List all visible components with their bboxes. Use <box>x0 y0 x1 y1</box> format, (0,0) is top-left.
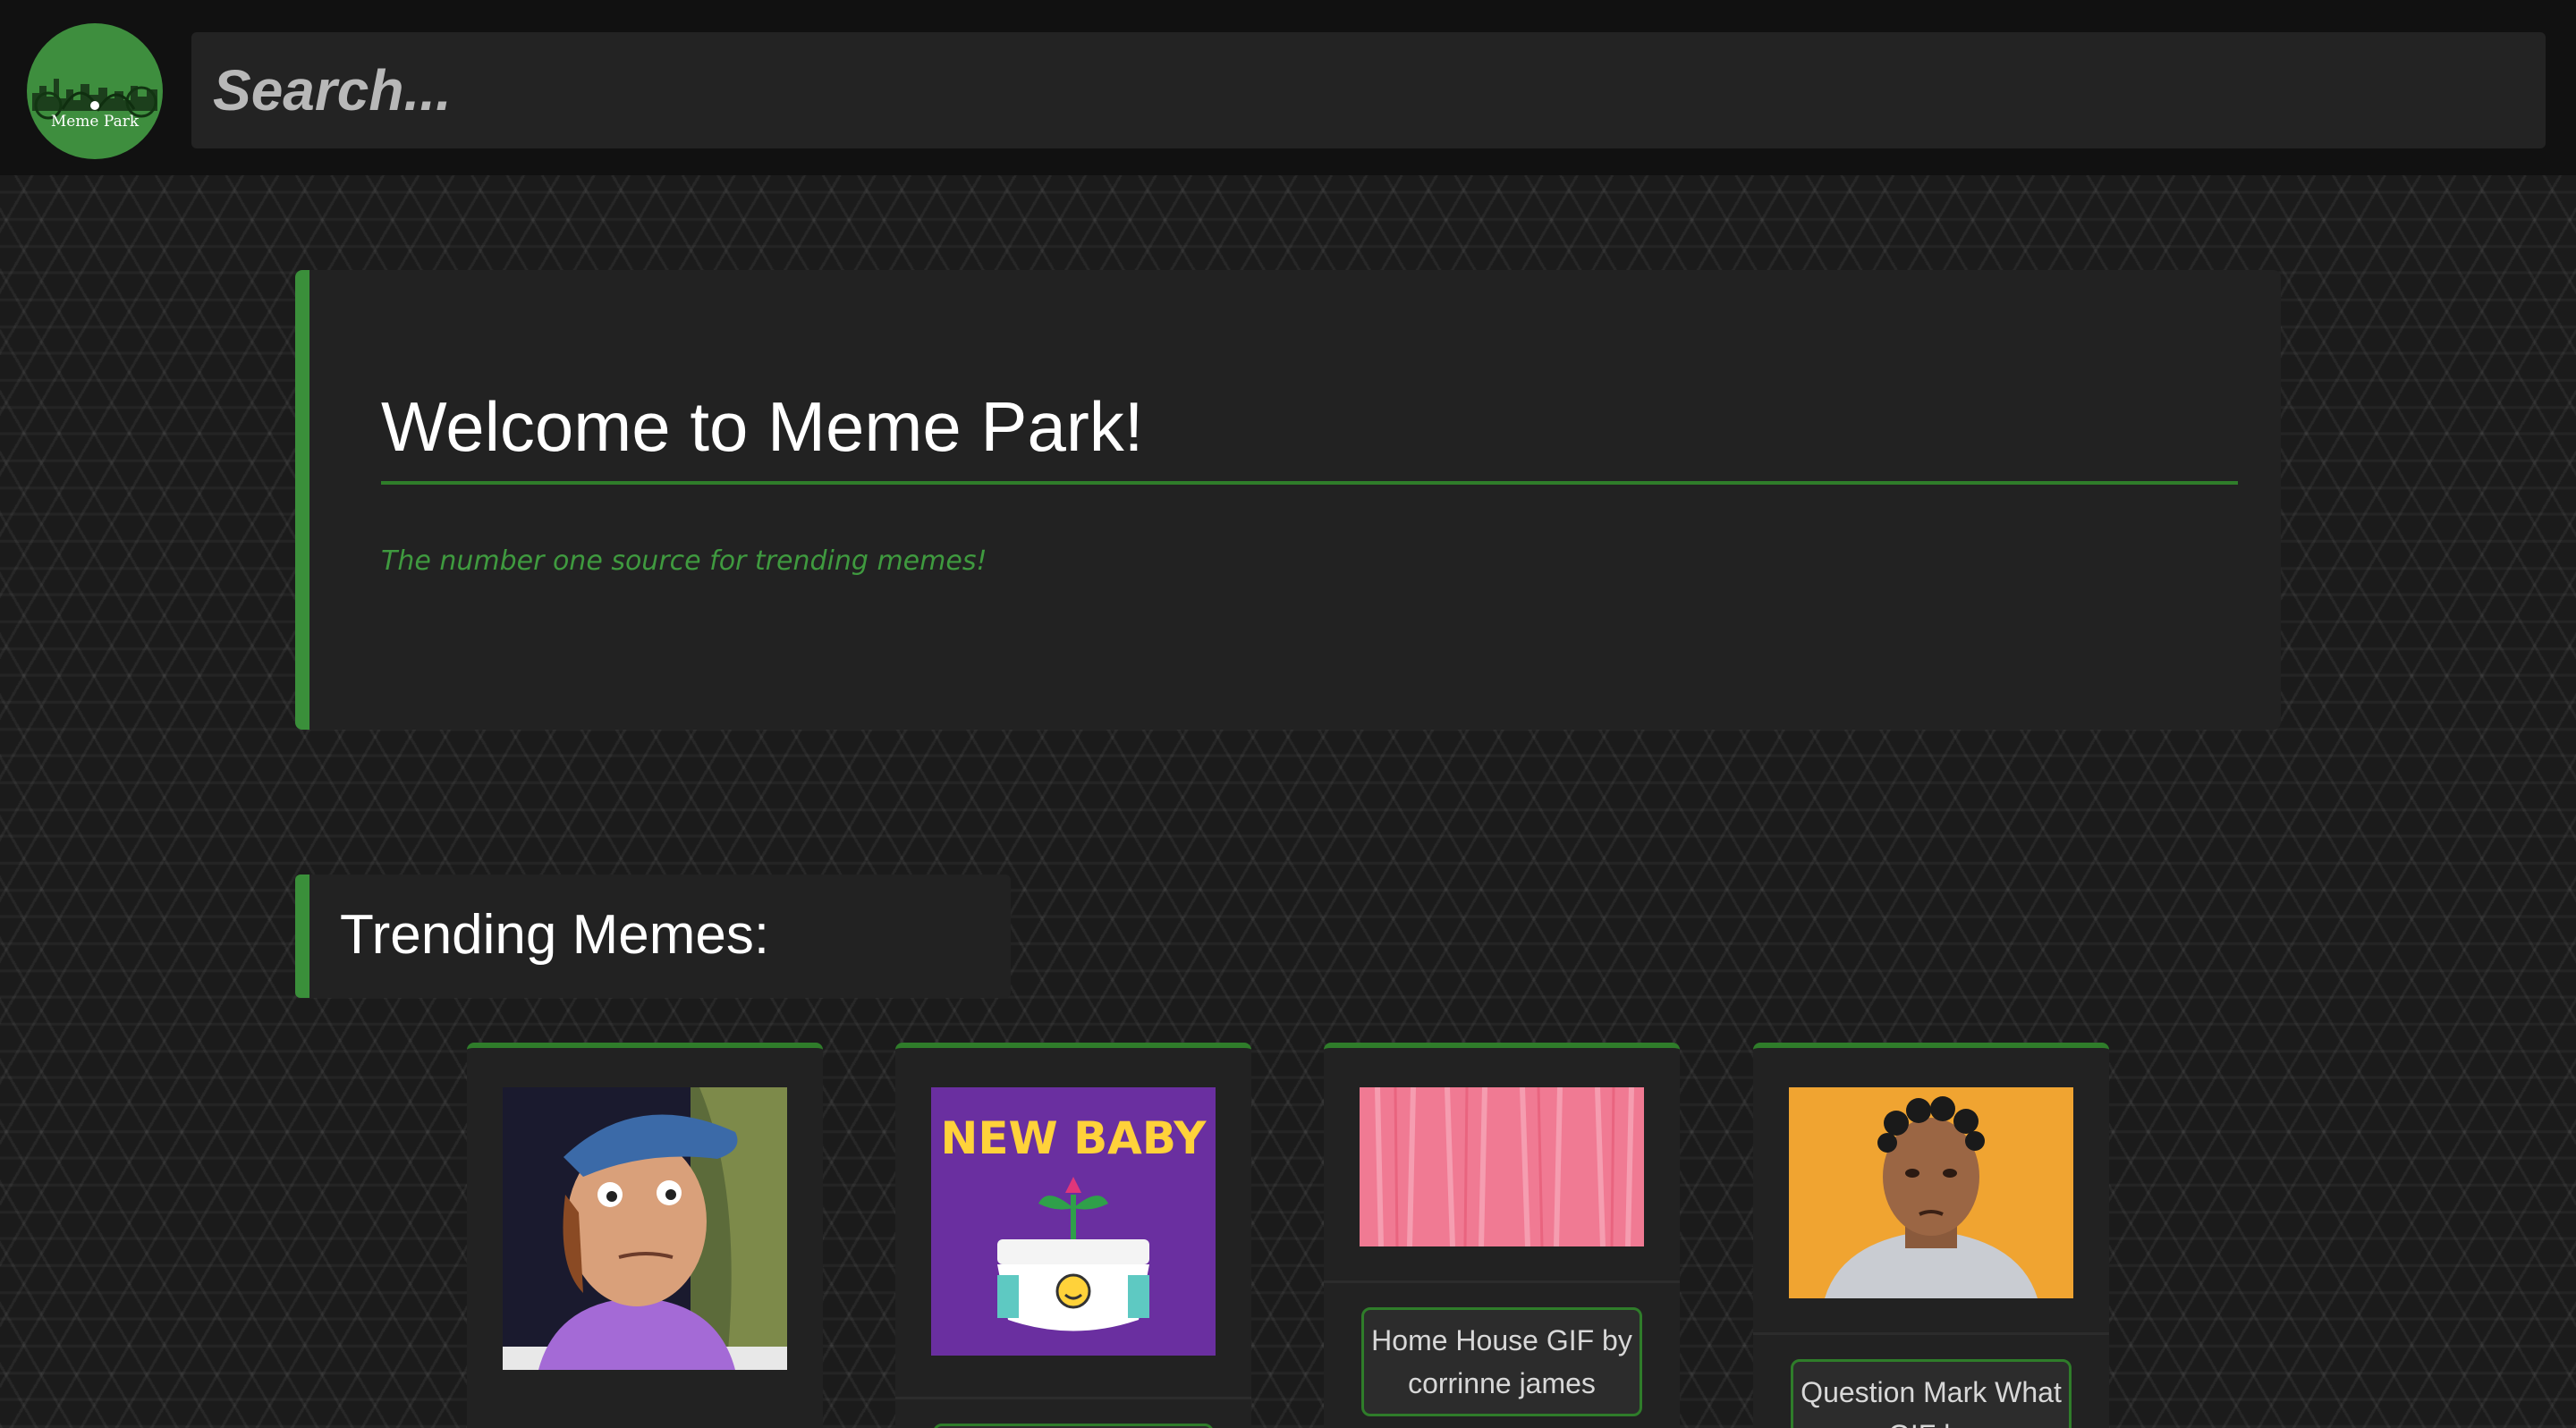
tagline: The number one source for trending memes… <box>381 545 987 577</box>
search-input[interactable] <box>191 32 2546 148</box>
card-separator <box>895 1397 1251 1399</box>
meme-caption-button[interactable] <box>933 1424 1214 1428</box>
meme-card[interactable]: Home House GIF by corrinne james <box>1324 1043 1680 1428</box>
meme-card[interactable]: NEW BABY <box>895 1043 1251 1428</box>
meme-image[interactable]: NEW BABY <box>931 1087 1216 1356</box>
page-title: Welcome to Meme Park! <box>381 387 1144 466</box>
meme-caption-button[interactable]: Home House GIF by corrinne james <box>1361 1307 1642 1416</box>
card-separator <box>1324 1280 1680 1283</box>
meme-park-logo[interactable]: Meme Park <box>27 23 163 159</box>
trending-header: Trending Memes: <box>295 875 1011 998</box>
welcome-card: Welcome to Meme Park! The number one sou… <box>295 270 2281 730</box>
park-skyline-icon <box>32 79 157 120</box>
meme-card[interactable]: Question Mark What GIF by <box>1753 1043 2109 1428</box>
meme-caption-button[interactable]: Question Mark What GIF by <box>1791 1359 2072 1428</box>
new-baby-text: NEW BABY <box>941 1112 1208 1164</box>
meme-image[interactable] <box>1360 1087 1644 1246</box>
card-separator <box>1753 1332 2109 1335</box>
meme-image[interactable] <box>503 1087 787 1370</box>
top-bar: Meme Park <box>0 0 2576 175</box>
title-divider <box>381 481 2238 485</box>
logo-text: Meme Park <box>50 113 140 131</box>
trending-heading: Trending Memes: <box>340 904 770 966</box>
meme-image[interactable] <box>1789 1087 2073 1298</box>
meme-card[interactable] <box>467 1043 823 1428</box>
